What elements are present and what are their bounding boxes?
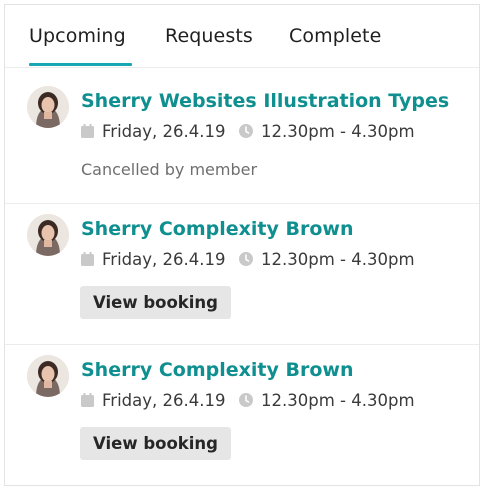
calendar-icon [81,123,94,142]
booking-title[interactable]: Sherry Complexity Brown [81,359,353,381]
booking-status: Cancelled by member [81,160,258,179]
booking-item: Sherry Complexity Brown Friday, 26.4.19 … [5,345,479,486]
booking-item: Sherry Complexity Brown Friday, 26.4.19 … [5,204,479,345]
booking-time-group: 12.30pm - 4.30pm [239,250,415,270]
booking-time: 12.30pm - 4.30pm [261,391,415,410]
calendar-icon [81,392,94,411]
bookings-panel: Upcoming Requests Complete Sherry Websit… [4,4,480,486]
tab-bar: Upcoming Requests Complete [5,5,479,68]
view-booking-button[interactable]: View booking [80,427,231,460]
active-tab-indicator [29,63,132,66]
tab-upcoming[interactable]: Upcoming [29,25,126,47]
booking-meta: Friday, 26.4.19 12.30pm - 4.30pm [81,391,415,411]
booking-time: 12.30pm - 4.30pm [261,122,415,141]
booking-time-group: 12.30pm - 4.30pm [239,122,415,142]
booking-date: Friday, 26.4.19 [102,250,226,269]
booking-title[interactable]: Sherry Complexity Brown [81,218,353,240]
booking-date: Friday, 26.4.19 [102,391,226,410]
avatar [27,86,69,128]
booking-time: 12.30pm - 4.30pm [261,250,415,269]
avatar [27,355,69,397]
avatar [27,214,69,256]
booking-meta: Friday, 26.4.19 12.30pm - 4.30pm [81,122,415,142]
booking-time-group: 12.30pm - 4.30pm [239,391,415,411]
tab-requests[interactable]: Requests [165,25,253,47]
booking-title[interactable]: Sherry Websites Illustration Types [81,90,449,112]
booking-meta: Friday, 26.4.19 12.30pm - 4.30pm [81,250,415,270]
booking-date: Friday, 26.4.19 [102,122,226,141]
clock-icon [239,123,253,142]
view-booking-button[interactable]: View booking [80,286,231,319]
tab-complete[interactable]: Complete [289,25,381,47]
clock-icon [239,251,253,270]
booking-item: Sherry Websites Illustration Types Frida… [5,68,479,204]
clock-icon [239,392,253,411]
calendar-icon [81,251,94,270]
